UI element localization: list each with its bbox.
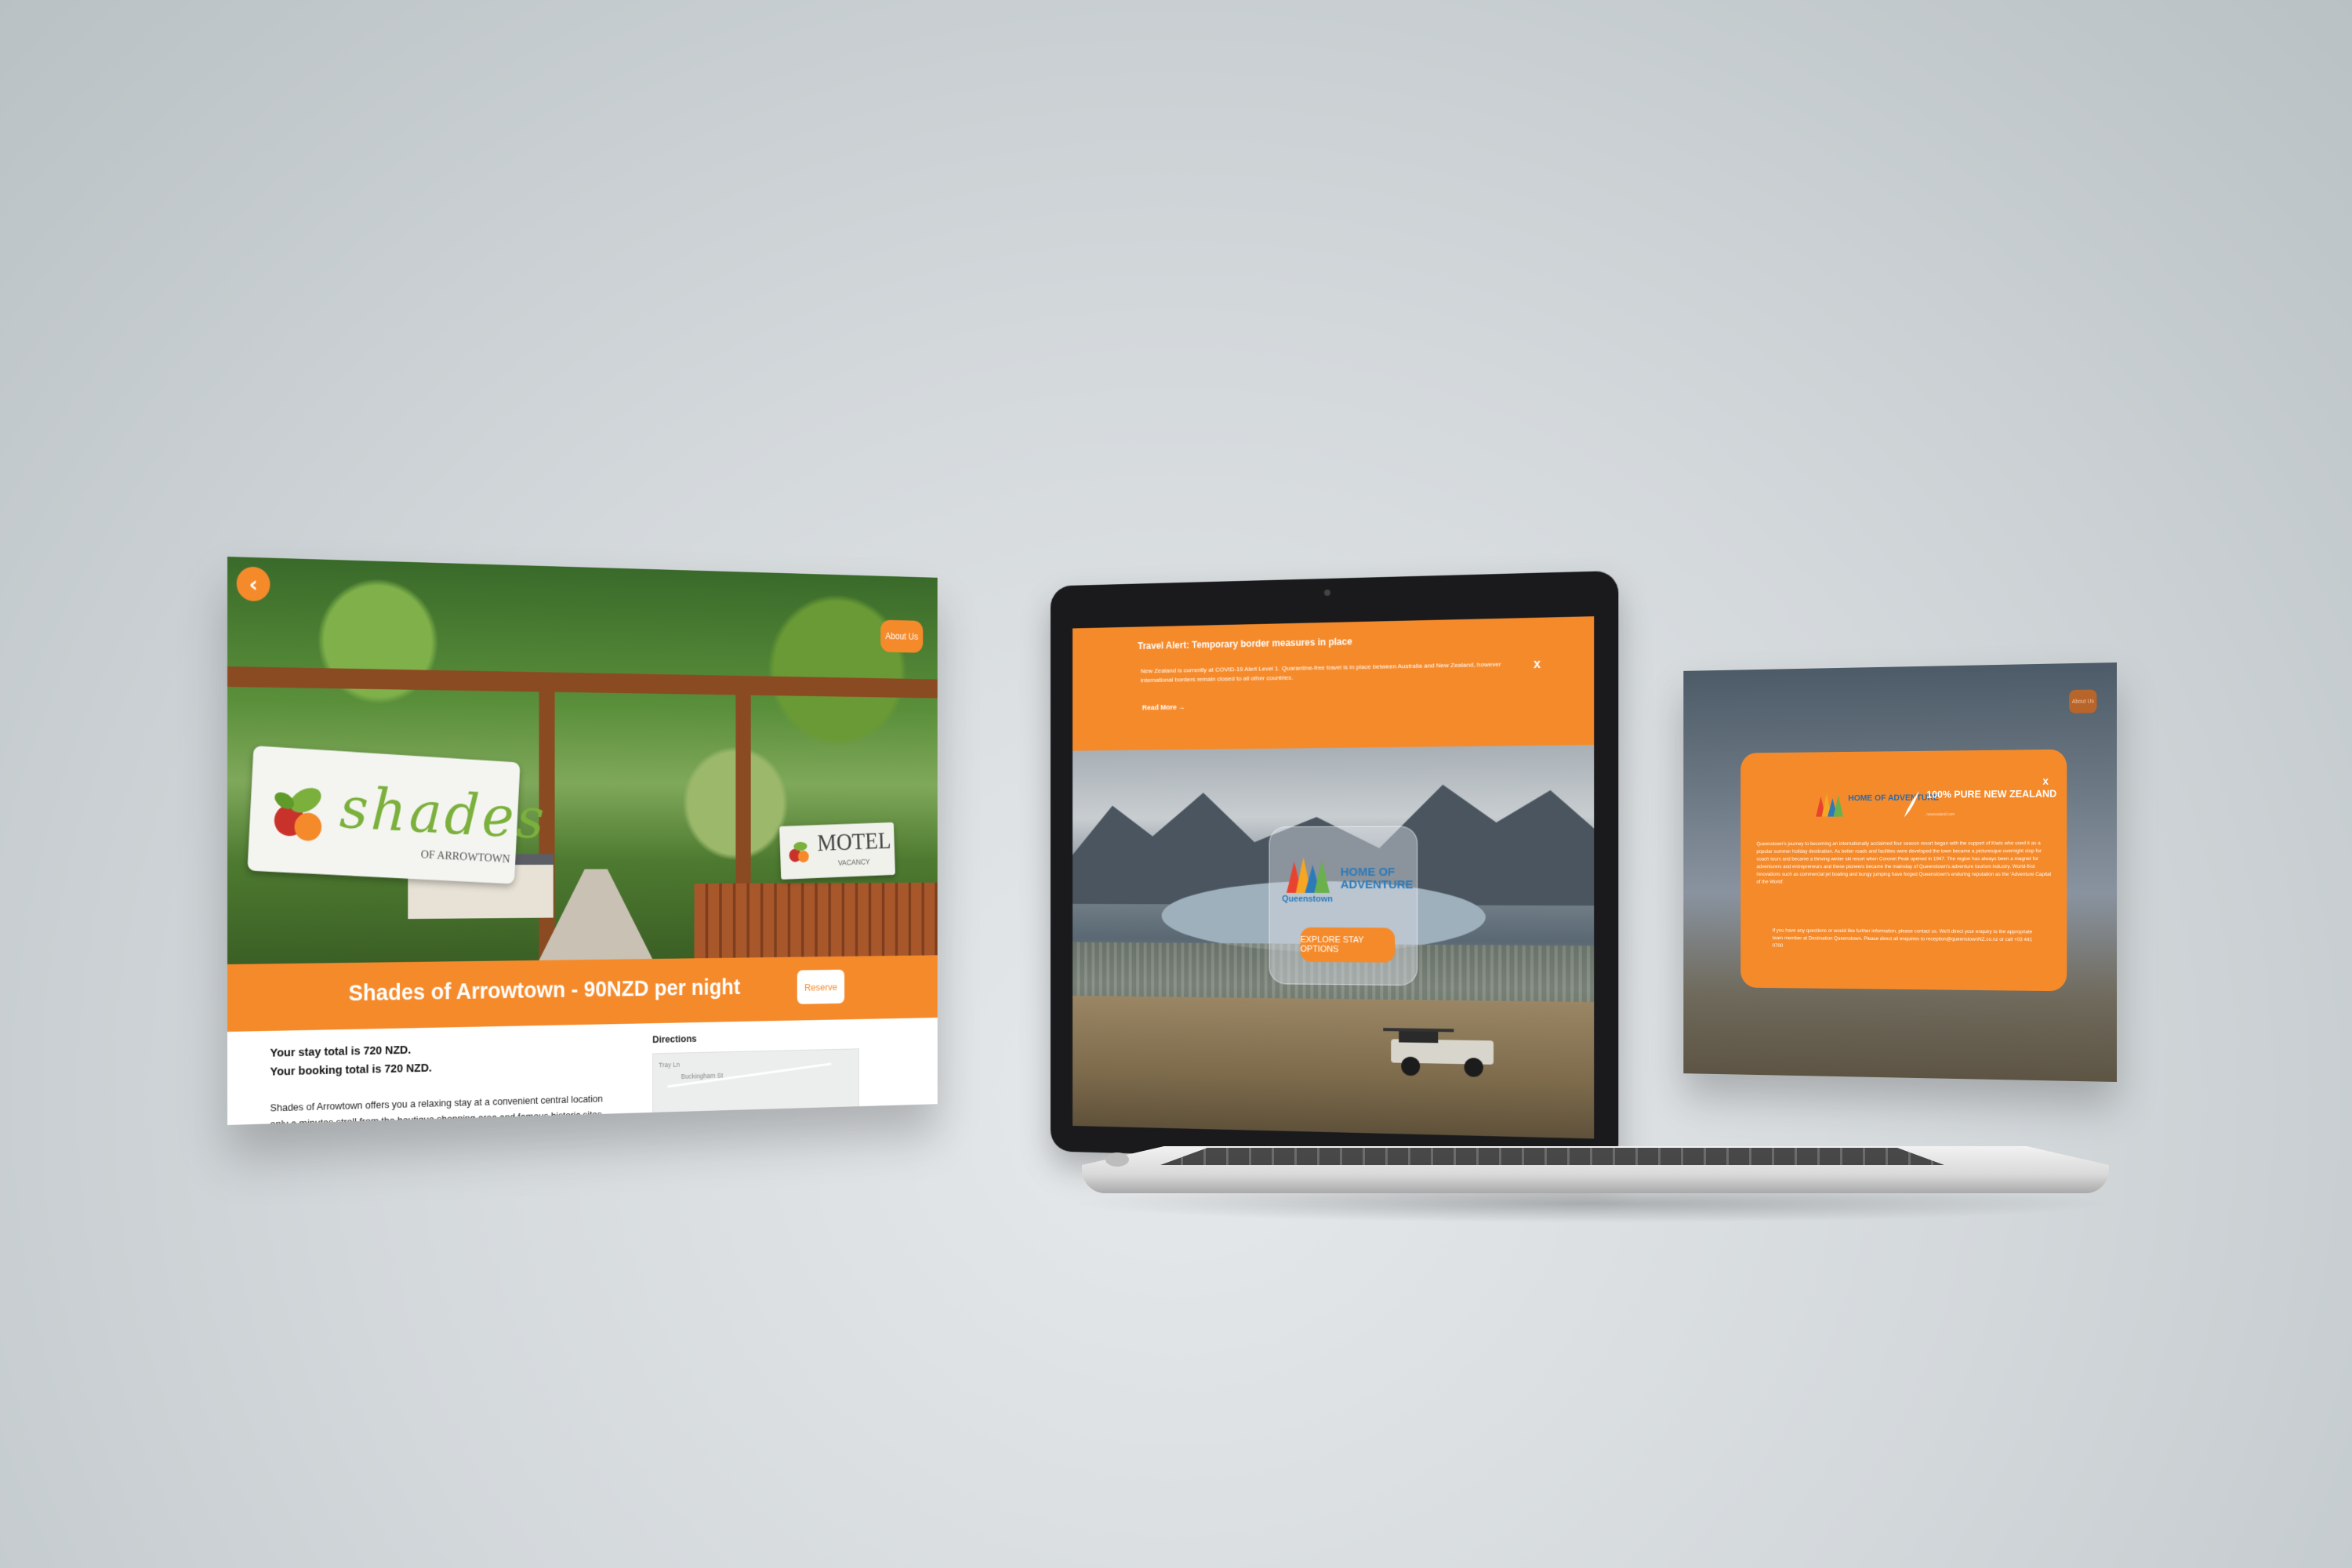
explore-stay-options-button[interactable]: EXPLORE STAY OPTIONS	[1300, 927, 1396, 963]
leaves-logo-icon	[789, 841, 809, 863]
pure-nz-url: newzealand.com	[1926, 812, 1955, 818]
wooden-trellis	[227, 666, 938, 699]
fern-icon	[1904, 790, 1919, 818]
reserve-button[interactable]: Reserve	[797, 969, 845, 1004]
motel-hero-photo: shades OF ARROWTOWN MOTEL VACANCY ‹ Abou…	[227, 557, 938, 964]
garden-path	[539, 869, 652, 960]
listing-title: Shades of Arrowtown - 90NZD per night	[348, 975, 741, 1007]
laptop-power-light	[1105, 1152, 1129, 1167]
sign-brand-text: shades	[338, 774, 549, 853]
leaves-logo-icon	[271, 782, 325, 842]
truck-image	[1383, 1028, 1494, 1077]
camera-icon	[1323, 589, 1330, 597]
queenstown-peaks-logo-icon	[1816, 793, 1844, 817]
directions-heading: Directions	[652, 1033, 697, 1045]
stay-total: Your stay total is 720 NZD.	[270, 1043, 412, 1060]
about-paragraph: Queenstown's journey to becoming an inte…	[1756, 840, 2052, 885]
about-modal: x HOME OF ADVENTURE 100% PURE NEW ZEALAN…	[1740, 749, 2067, 992]
map-label: Tray Ln	[659, 1061, 681, 1069]
vacancy-text: VACANCY	[837, 858, 870, 868]
home-of-adventure-text: HOME OF ADVENTURE	[1340, 865, 1414, 892]
laptop-keyboard	[1160, 1148, 1944, 1165]
about-modal-screen: About Us x HOME OF ADVENTURE 100% PURE N…	[1683, 662, 2117, 1082]
home-of-adventure-text: HOME OF ADVENTURE	[1848, 793, 1939, 804]
close-modal-button[interactable]: x	[2042, 775, 2049, 787]
close-alert-button[interactable]: x	[1534, 658, 1541, 673]
alert-title: Travel Alert: Temporary border measures …	[1138, 636, 1352, 652]
hillside	[1073, 996, 1595, 1139]
contact-paragraph: If you have any questions or would like …	[1772, 927, 2033, 949]
alert-text: New Zealand is currently at COVID-19 Ale…	[1140, 660, 1501, 684]
lake-hero-photo: Queenstown HOME OF ADVENTURE EXPLORE STA…	[1073, 745, 1595, 1139]
shades-sign: shades OF ARROWTOWN	[247, 746, 549, 884]
hero-panel: Queenstown HOME OF ADVENTURE EXPLORE STA…	[1269, 826, 1418, 986]
read-more-link[interactable]: Read More →	[1142, 703, 1185, 712]
queenstown-wordmark: Queenstown	[1282, 894, 1333, 905]
sign-subtitle: OF ARROWTOWN	[420, 848, 511, 866]
laptop-lid: Queenstown HOME OF ADVENTURE EXPLORE STA…	[1050, 570, 1619, 1167]
chevron-left-icon: ‹	[249, 571, 258, 597]
back-button[interactable]: ‹	[236, 566, 270, 602]
picket-fence	[694, 882, 938, 959]
about-us-button[interactable]: About Us	[880, 619, 924, 653]
motel-sign: MOTEL VACANCY	[779, 822, 895, 880]
directions-map[interactable]: Tray Ln Buckingham St	[652, 1048, 859, 1125]
booking-total: Your booking total is 720 NZD.	[270, 1061, 432, 1079]
shades-booking-screen: shades OF ARROWTOWN MOTEL VACANCY ‹ Abou…	[227, 557, 938, 1125]
listing-description: Shades of Arrowtown offers you a relaxin…	[270, 1092, 605, 1125]
pure-new-zealand-text: 100% PURE NEW ZEALAND	[1926, 787, 2057, 800]
travel-alert-banner: Travel Alert: Temporary border measures …	[1073, 616, 1595, 751]
queenstown-homepage: Queenstown HOME OF ADVENTURE EXPLORE STA…	[1073, 616, 1595, 1139]
booking-details: Your stay total is 720 NZD. Your booking…	[227, 1017, 938, 1125]
motel-sign-text: MOTEL	[816, 826, 892, 856]
map-label: Buckingham St	[681, 1071, 724, 1080]
queenstown-peaks-logo-icon	[1286, 857, 1330, 894]
about-us-button[interactable]: About Us	[2069, 689, 2097, 713]
